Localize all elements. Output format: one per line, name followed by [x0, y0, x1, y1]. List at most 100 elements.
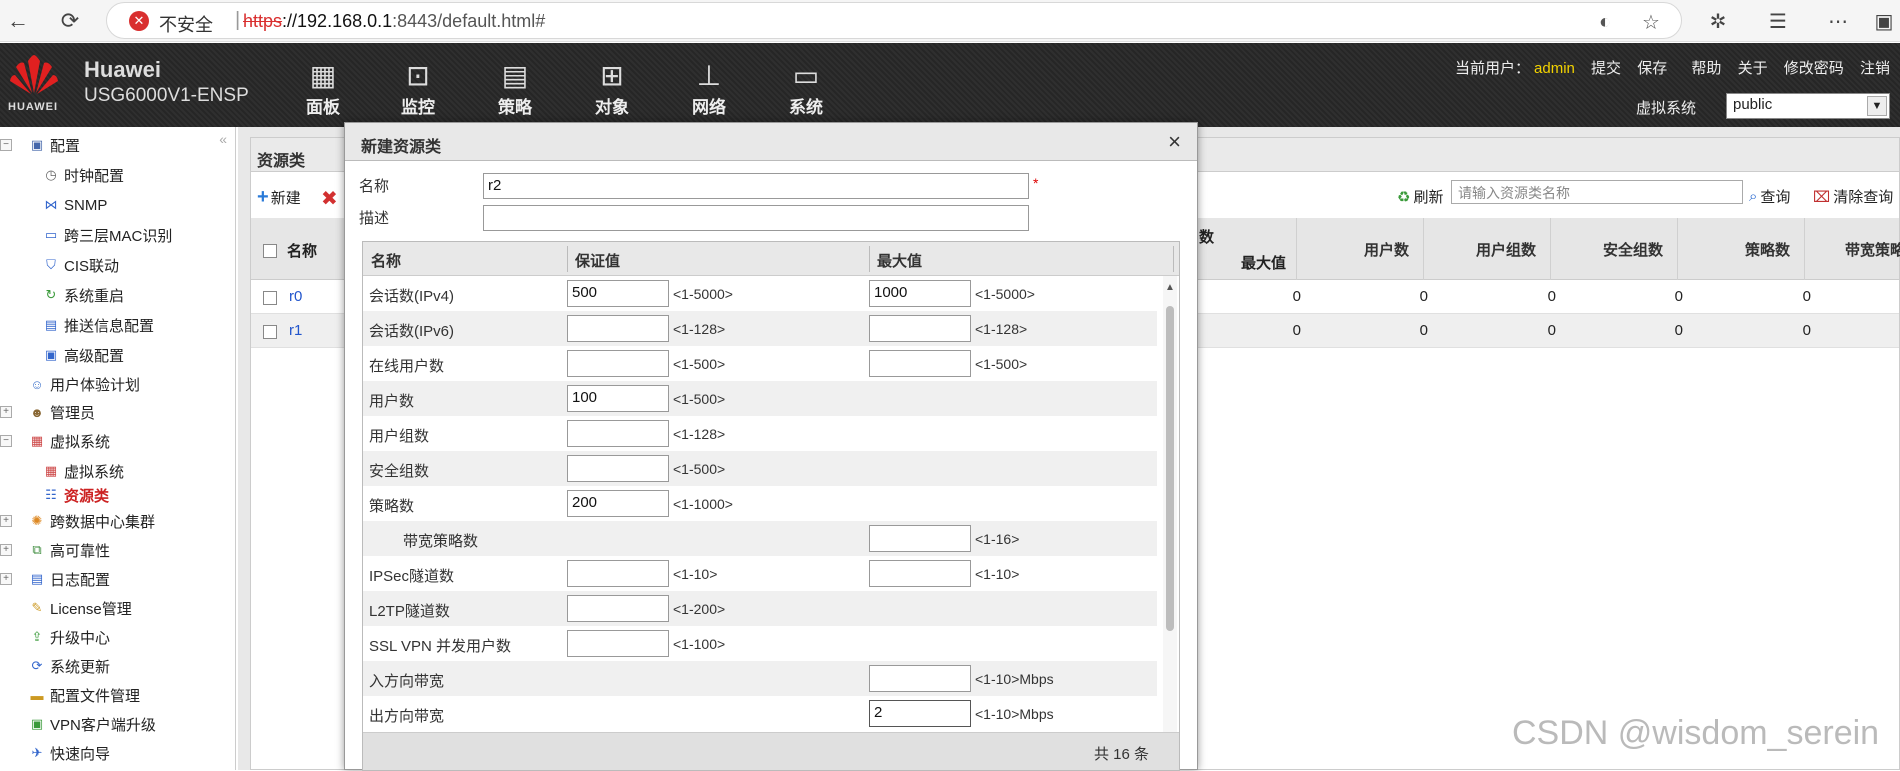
brand-name: Huawei — [84, 57, 162, 82]
sidebar-item-snmp[interactable]: ⋈ SNMP — [42, 193, 108, 217]
limit-row-ssl-vpn: SSL VPN 并发用户数 <1-100> — [363, 626, 1157, 661]
col-security-groups[interactable]: 安全组数 — [1550, 218, 1677, 280]
guarantee-input[interactable] — [567, 420, 669, 447]
extensions-icon[interactable]: ✲ — [1702, 5, 1734, 37]
chevron-down-icon[interactable]: ▼ — [1867, 96, 1887, 116]
more-menu-icon[interactable]: ⋯ — [1822, 5, 1854, 37]
logout-link[interactable]: 注销 — [1860, 60, 1890, 77]
favorites-icon[interactable]: ☰ — [1762, 5, 1794, 37]
about-link[interactable]: 关于 — [1738, 60, 1768, 77]
url-text[interactable]: https://192.168.0.1:8443/default.html# — [243, 11, 545, 32]
reading-mode-icon[interactable]: ◐ — [1591, 8, 1619, 36]
sidebar-nav: « − ▣ 配置 ◷ 时钟配置 ⋈ SNMP ▭ 跨三层MAC识别 ⛉ CIS联… — [0, 127, 236, 770]
col-policies[interactable]: 策略数 — [1677, 218, 1804, 280]
expand-toggle-icon[interactable]: + — [0, 573, 12, 585]
max-input[interactable]: 1000 — [869, 280, 971, 307]
sidebar-item-ux-plan[interactable]: ☺ 用户体验计划 — [28, 372, 140, 396]
vsys-select[interactable]: public ▼ — [1726, 93, 1890, 119]
collapse-toggle-icon[interactable]: − — [0, 435, 12, 447]
scrollbar-thumb[interactable] — [1166, 306, 1174, 631]
expand-toggle-icon[interactable]: + — [0, 515, 12, 527]
save-link[interactable]: 保存 — [1637, 60, 1667, 77]
row-name-link[interactable]: r0 — [289, 288, 302, 305]
sidebar-item-advanced[interactable]: ▣ 高级配置 — [42, 343, 124, 367]
menu-object[interactable]: ⊞ 对象 — [577, 61, 647, 118]
row-checkbox[interactable] — [263, 323, 277, 340]
sidebar-item-cis[interactable]: ⛉ CIS联动 — [42, 253, 119, 277]
not-secure-icon[interactable]: ✕ — [129, 11, 149, 31]
menu-policy[interactable]: ▤ 策略 — [480, 61, 550, 118]
menu-network[interactable]: ⊥ 网络 — [674, 61, 744, 118]
description-input[interactable] — [483, 205, 1029, 231]
expand-toggle-icon[interactable]: + — [0, 406, 12, 418]
guarantee-input[interactable]: 100 — [567, 385, 669, 412]
max-input[interactable] — [869, 665, 971, 692]
sidebar-item-reboot[interactable]: ↻ 系统重启 — [42, 283, 124, 307]
max-input[interactable] — [869, 525, 971, 552]
new-button[interactable]: + 新建 — [257, 186, 301, 209]
sidebar-item-vpn-client[interactable]: ▣ VPN客户端升级 — [28, 712, 156, 736]
search-input[interactable]: 请输入资源类名称 — [1451, 180, 1743, 204]
row-checkbox[interactable] — [263, 289, 277, 306]
clear-query-button[interactable]: ⌧ 清除查询 — [1813, 186, 1893, 207]
collapse-toggle-icon[interactable]: − — [0, 139, 12, 151]
not-secure-label[interactable]: 不安全 — [159, 11, 213, 37]
close-icon[interactable]: × — [1168, 129, 1181, 155]
guarantee-input[interactable] — [567, 560, 669, 587]
query-button[interactable]: ⌕ 查询 — [1749, 186, 1790, 207]
col-bw-policies[interactable]: 带宽策略 — [1804, 218, 1900, 280]
sidebar-item-mac[interactable]: ▭ 跨三层MAC识别 — [42, 223, 173, 247]
table-scrollbar[interactable]: ▲ ▼ — [1163, 276, 1177, 751]
sidebar-item-config-file[interactable]: ▬ 配置文件管理 — [28, 683, 141, 707]
commit-link[interactable]: 提交 — [1591, 60, 1621, 77]
name-input[interactable]: r2 — [483, 173, 1029, 199]
col-user-groups[interactable]: 用户组数 — [1423, 218, 1550, 280]
row-name-link[interactable]: r1 — [289, 322, 302, 339]
back-icon[interactable]: ← — [2, 5, 34, 37]
sidebar-item-clock[interactable]: ◷ 时钟配置 — [42, 163, 124, 187]
limit-row-inbound-bw: 入方向带宽 <1-10>Mbps — [363, 661, 1157, 696]
help-link[interactable]: 帮助 — [1691, 60, 1721, 77]
guarantee-input[interactable] — [567, 315, 669, 342]
scroll-up-icon[interactable]: ▲ — [1165, 282, 1175, 293]
guarantee-input[interactable] — [567, 595, 669, 622]
delete-icon[interactable]: ✖ — [321, 186, 338, 211]
guarantee-input[interactable]: 200 — [567, 490, 669, 517]
menu-monitor[interactable]: ⊡ 监控 — [383, 61, 453, 118]
max-input[interactable] — [869, 560, 971, 587]
col-max[interactable]: 最大值 — [1241, 252, 1286, 273]
address-bar[interactable]: ✕ 不安全 | https://192.168.0.1:8443/default… — [106, 2, 1682, 39]
guarantee-input[interactable] — [567, 630, 669, 657]
sidebar-icon[interactable]: ▣ — [1868, 5, 1900, 37]
guarantee-input[interactable] — [567, 350, 669, 377]
sidebar-item-license[interactable]: ✎ License管理 — [28, 596, 132, 620]
guarantee-input[interactable]: 500 — [567, 280, 669, 307]
sidebar-item-wizard[interactable]: ✈ 快速向导 — [28, 741, 110, 765]
sidebar-item-admin[interactable]: + ☻ 管理员 — [0, 400, 95, 424]
menu-system[interactable]: ▭ 系统 — [771, 61, 841, 118]
max-input[interactable]: 2 — [869, 700, 971, 727]
sidebar-item-upgrade[interactable]: ⇪ 升级中心 — [28, 625, 110, 649]
refresh-button[interactable]: ♻ 刷新 — [1397, 186, 1443, 207]
sidebar-item-vsys-group[interactable]: − ▦ 虚拟系统 — [0, 429, 110, 453]
select-all-checkbox[interactable] — [263, 242, 277, 259]
sidebar-item-push[interactable]: ▤ 推送信息配置 — [42, 313, 154, 337]
sidebar-item-ha[interactable]: + ⧉ 高可靠性 — [0, 538, 110, 562]
max-input[interactable] — [869, 350, 971, 377]
reload-icon[interactable]: ⟳ — [54, 5, 86, 37]
max-input[interactable] — [869, 315, 971, 342]
expand-toggle-icon[interactable]: + — [0, 544, 12, 556]
col-users[interactable]: 用户数 — [1296, 218, 1423, 280]
sidebar-item-sys-update[interactable]: ⟳ 系统更新 — [28, 654, 110, 678]
guarantee-input[interactable] — [567, 455, 669, 482]
sidebar-item-log[interactable]: + ▤ 日志配置 — [0, 567, 110, 591]
col-name[interactable]: 名称 — [287, 240, 317, 261]
sidebar-item-resource-class[interactable]: ☷ 资源类 — [42, 483, 109, 507]
sidebar-item-cross-dc[interactable]: + ✺ 跨数据中心集群 — [0, 509, 155, 533]
sidebar-item-config[interactable]: − ▣ 配置 — [0, 133, 80, 157]
change-password-link[interactable]: 修改密码 — [1784, 60, 1844, 77]
favorite-star-icon[interactable]: ☆ — [1637, 8, 1665, 36]
menu-dashboard[interactable]: ▦ 面板 — [288, 61, 358, 118]
sidebar-item-vsys[interactable]: ▦ 虚拟系统 — [42, 459, 124, 483]
collapse-sidebar-icon[interactable]: « — [219, 131, 227, 147]
